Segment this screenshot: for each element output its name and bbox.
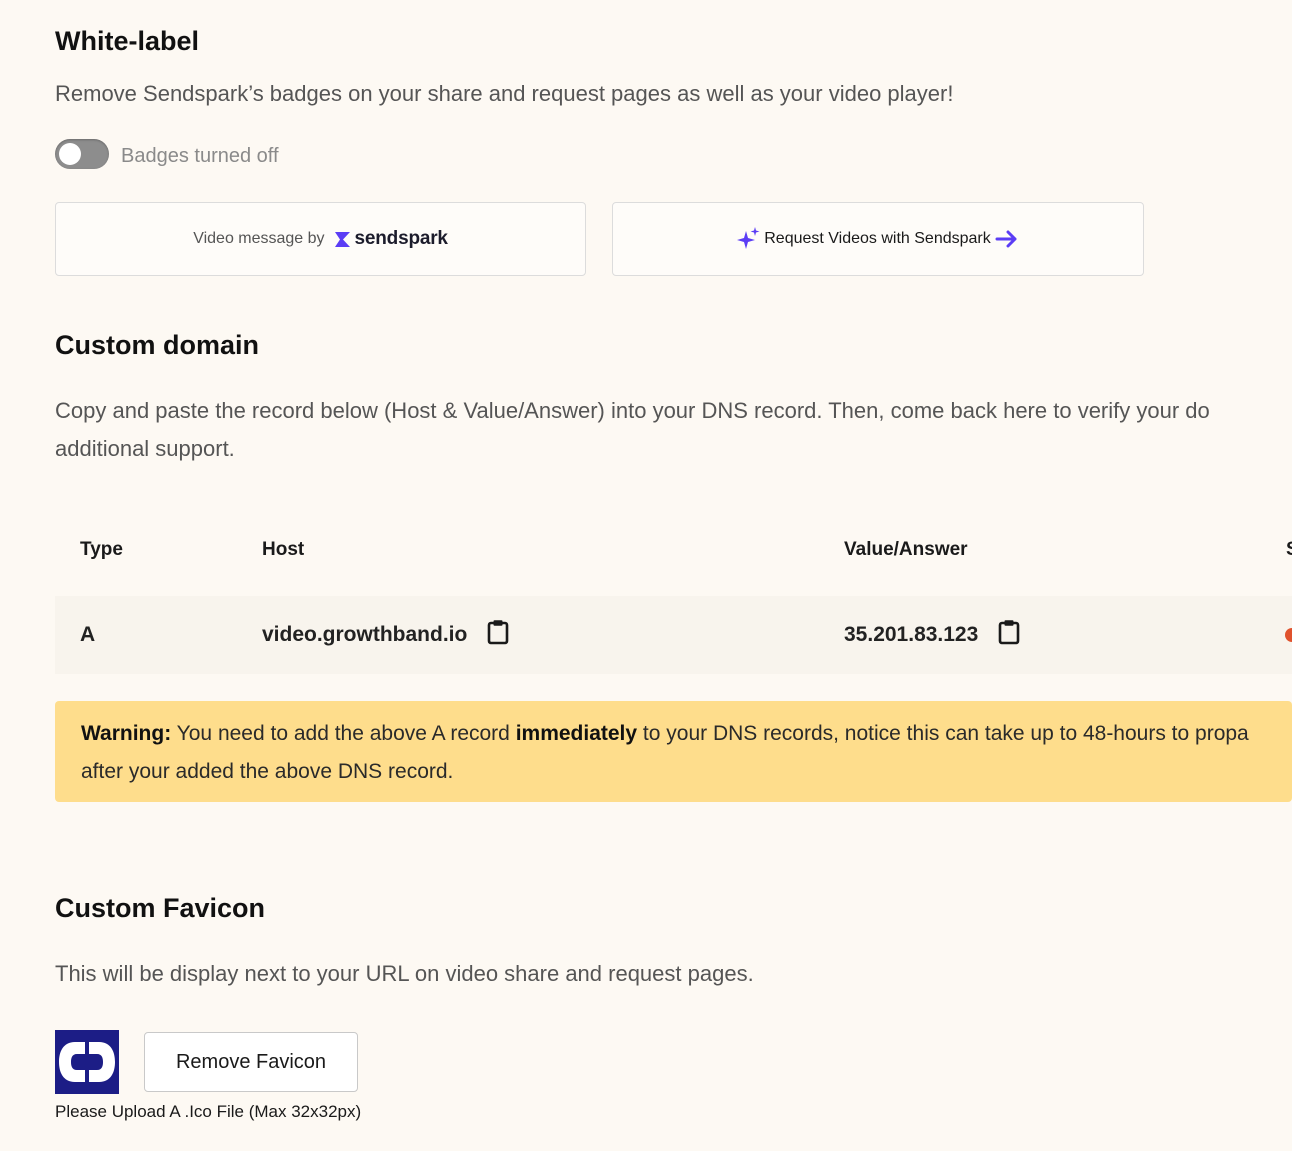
warning-text-before: You need to add the above A record — [171, 722, 516, 745]
record-host: video.growthband.io — [262, 623, 468, 646]
custom-favicon-title: Custom Favicon — [55, 893, 266, 923]
custom-domain-title: Custom domain — [55, 330, 260, 360]
remove-favicon-button[interactable]: Remove Favicon — [144, 1032, 358, 1092]
record-value: 35.201.83.123 — [844, 623, 979, 646]
arrow-right-icon — [995, 230, 1017, 248]
table-header-host: Host — [262, 539, 305, 560]
warning-line2: after your added the above DNS record. — [81, 760, 454, 783]
record-host-cell: video.growthband.io — [262, 620, 509, 650]
table-header-status: S — [1286, 539, 1292, 561]
dns-warning-banner: Warning: You need to add the above A rec… — [55, 701, 1292, 802]
toggle-knob — [59, 143, 81, 165]
custom-favicon-description: This will be display next to your URL on… — [55, 961, 754, 986]
sparkle-icon — [737, 227, 760, 249]
sendspark-logo-icon — [334, 231, 350, 247]
badge-prefix-text: Video message by — [193, 230, 325, 247]
warning-emphasis: immediately — [515, 722, 638, 745]
favicon-preview-image — [55, 1030, 119, 1094]
warning-line1: Warning: You need to add the above A rec… — [81, 715, 1292, 753]
whitelabel-description: Remove Sendspark’s badges on your share … — [55, 81, 954, 106]
table-header-value: Value/Answer — [844, 539, 968, 560]
table-row — [55, 596, 1292, 674]
record-type: A — [80, 623, 96, 646]
custom-domain-description-line2: additional support. — [55, 436, 235, 461]
request-badge-preview: Request Videos with Sendspark — [612, 202, 1144, 276]
video-badge-preview: Video message by sendspark — [55, 202, 586, 276]
copy-value-clipboard-icon[interactable] — [998, 619, 1020, 651]
table-header-type: Type — [80, 539, 123, 560]
brand-name: sendspark — [354, 228, 448, 249]
whitelabel-title: White-label — [55, 26, 200, 56]
badges-toggle-label: Badges turned off — [121, 145, 279, 167]
favicon-upload-hint: Please Upload A .Ico File (Max 32x32px) — [55, 1102, 362, 1121]
request-badge-text: Request Videos with Sendspark — [764, 230, 991, 247]
status-indicator-dot — [1285, 628, 1292, 642]
record-value-cell: 35.201.83.123 — [844, 620, 1020, 650]
badges-toggle[interactable] — [55, 139, 109, 169]
custom-domain-description-line1: Copy and paste the record below (Host & … — [55, 398, 1210, 423]
warning-label: Warning: — [81, 722, 172, 745]
warning-text-after: to your DNS records, notice this can tak… — [637, 722, 1249, 745]
copy-host-clipboard-icon[interactable] — [487, 619, 509, 651]
